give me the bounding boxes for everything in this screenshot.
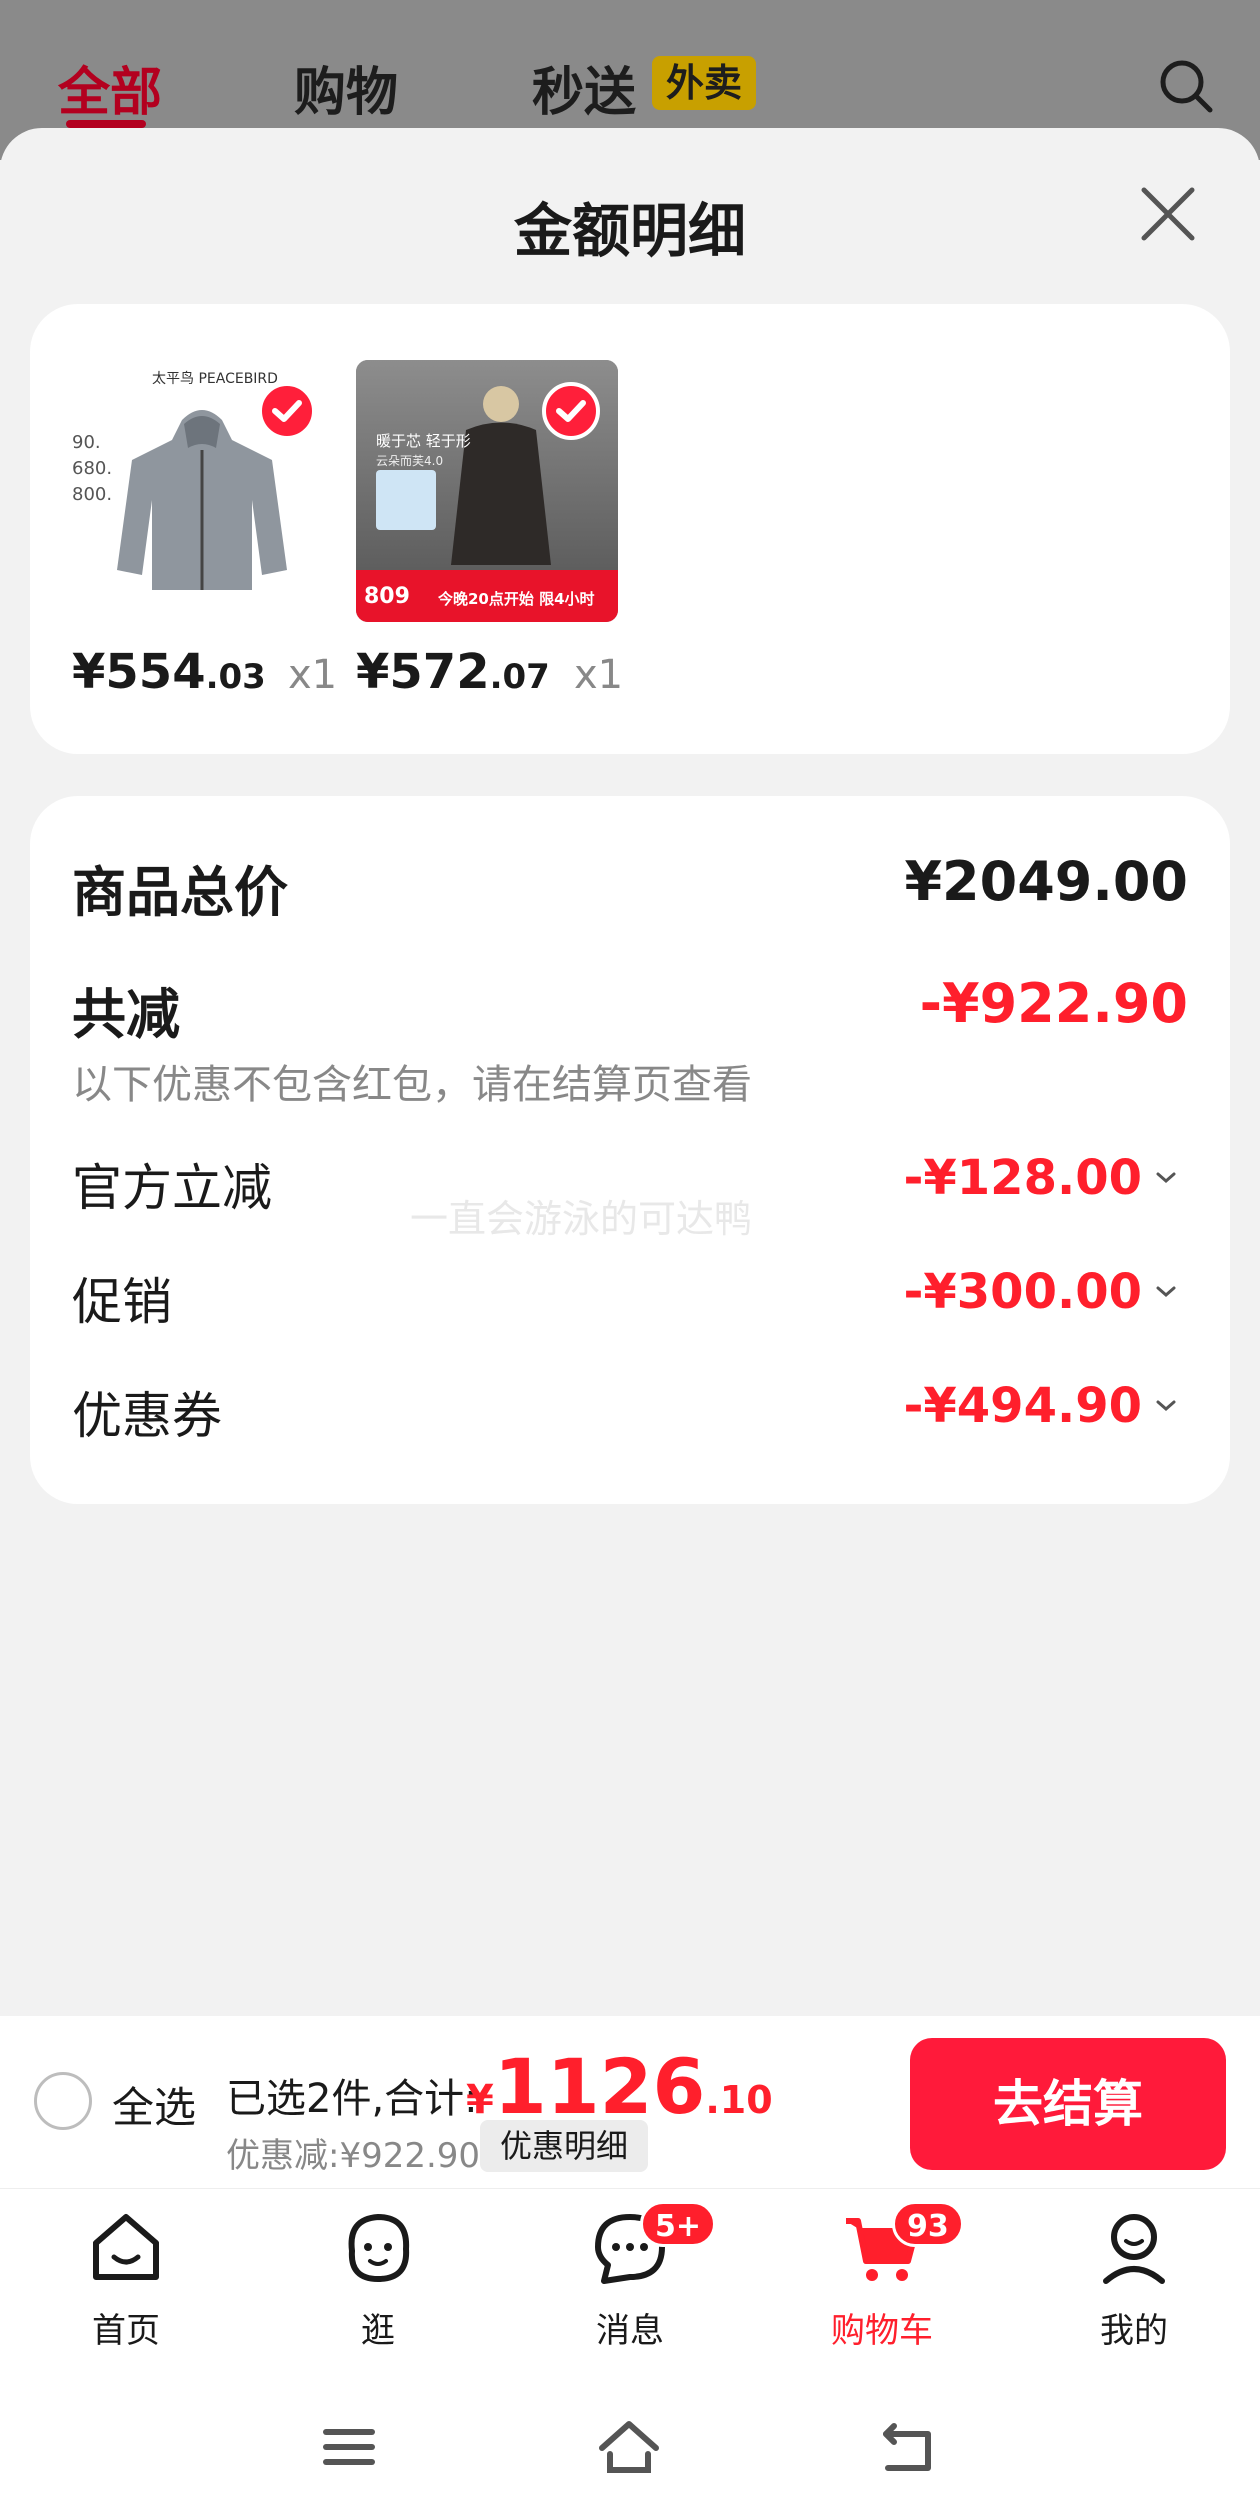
select-all-radio[interactable]: [34, 2072, 92, 2130]
sheet-title: 金额明细: [513, 197, 746, 265]
system-nav-bar: [0, 2378, 1260, 2515]
amount-detail-sheet: 金额明细 太平鸟 PEACEBIRD 90. 680. 800. ¥554.03 x…: [0, 128, 1260, 2016]
nav-item-cart[interactable]: 93 购物车: [792, 2201, 972, 2367]
total-reduce-value: -¥922.90: [919, 972, 1188, 1035]
reduce-note: 以下优惠不包含红包，请在结算页查看: [72, 1062, 752, 1108]
chevron-down-icon[interactable]: [1154, 1280, 1178, 1304]
total-price-label: 商品总价: [72, 861, 288, 924]
discount-row-label: 促销: [72, 1273, 172, 1331]
discount-row-value[interactable]: -¥494.90: [903, 1378, 1142, 1434]
product-check-icon[interactable]: [542, 382, 600, 440]
nav-label: 消息: [596, 2311, 664, 2351]
total-price-value: ¥2049.00: [904, 850, 1188, 913]
nav-item-profile[interactable]: 我的: [1044, 2207, 1224, 2367]
price-summary-card: 商品总价 ¥2049.00 共减 -¥922.90 以下优惠不包含红包，请在结算…: [30, 796, 1230, 1504]
product-qty: x1: [574, 652, 624, 698]
product-qty: x1: [288, 652, 338, 698]
message-badge: 5+: [640, 2201, 717, 2247]
checkout-button[interactable]: 去结算: [910, 2038, 1226, 2170]
home-nav-icon[interactable]: [596, 2414, 662, 2480]
promo-text: 今晚20点开始 限4小时: [438, 590, 595, 608]
cart-badge: 93: [892, 2201, 964, 2247]
face-icon: [348, 2213, 410, 2283]
search-icon[interactable]: [1156, 56, 1216, 116]
close-icon[interactable]: [1134, 180, 1202, 248]
total-reduce-label: 共减: [72, 983, 180, 1046]
chevron-down-icon[interactable]: [1154, 1394, 1178, 1418]
discount-row-value[interactable]: -¥128.00: [903, 1150, 1142, 1206]
size-chart-decor: 90. 680. 800.: [72, 432, 113, 505]
back-icon[interactable]: [876, 2414, 942, 2480]
product-image-coat[interactable]: 暖于芯 轻于形 云朵而芙4.0 809 今晚20点开始 限4小时: [356, 360, 618, 622]
model-silhouette: [451, 386, 551, 565]
tab-instant[interactable]: 秒送: [532, 50, 636, 125]
chevron-down-icon[interactable]: [1154, 1166, 1178, 1190]
discount-summary: 优惠减:¥922.90: [226, 2136, 481, 2176]
watermark: 一直会游泳的可达鸭: [410, 1197, 753, 1241]
takeout-tag[interactable]: 外卖: [652, 56, 757, 110]
product-check-icon[interactable]: [258, 382, 316, 440]
feature-badge: [376, 470, 436, 530]
promo-banner: 809 今晚20点开始 限4小时: [356, 570, 618, 622]
nav-label: 我的: [1100, 2311, 1168, 2351]
nav-label: 首页: [92, 2311, 160, 2351]
menu-icon[interactable]: [316, 2414, 382, 2480]
nav-item-messages[interactable]: 5+ 消息: [540, 2201, 720, 2367]
brand-logo: 太平鸟 PEACEBIRD: [152, 371, 278, 387]
product-tagline: 暖于芯 轻于形: [376, 432, 471, 450]
promo-price: 809: [364, 584, 410, 609]
nav-label: 逛: [361, 2311, 395, 2351]
product-price: ¥554.03: [72, 644, 266, 700]
product-price: ¥572.07: [356, 644, 550, 700]
discount-row-label: 官方立减: [72, 1159, 272, 1217]
nav-item-browse[interactable]: 逛: [288, 2207, 468, 2367]
discount-row-label: 优惠券: [72, 1387, 222, 1445]
tab-all[interactable]: 全部: [58, 50, 162, 125]
select-all-label[interactable]: 全选: [112, 2074, 196, 2135]
selected-count-text: 已选2件,合计:: [226, 2076, 478, 2122]
home-icon: [93, 2214, 159, 2280]
checkout-bar: 全选 已选2件,合计: ¥1126.10 优惠减:¥922.90 优惠明细 去结…: [0, 2016, 1260, 2188]
discount-detail-button[interactable]: 优惠明细: [480, 2120, 649, 2172]
tab-underline: [66, 120, 146, 128]
products-card: 太平鸟 PEACEBIRD 90. 680. 800. ¥554.03 x1 暖于芯…: [30, 304, 1230, 754]
nav-label: 购物车: [831, 2311, 933, 2351]
user-icon: [1103, 2214, 1165, 2284]
tab-shopping[interactable]: 购物: [294, 50, 398, 125]
bottom-nav: 首页 逛 5+ 消息 93 购物车 我的: [0, 2188, 1260, 2378]
product-image-jacket[interactable]: 太平鸟 PEACEBIRD 90. 680. 800.: [72, 360, 334, 622]
product-subline: 云朵而芙4.0: [376, 454, 444, 468]
grand-total: ¥1126.10: [466, 2042, 773, 2131]
discount-row-value[interactable]: -¥300.00: [903, 1264, 1142, 1320]
nav-item-home[interactable]: 首页: [36, 2207, 216, 2367]
